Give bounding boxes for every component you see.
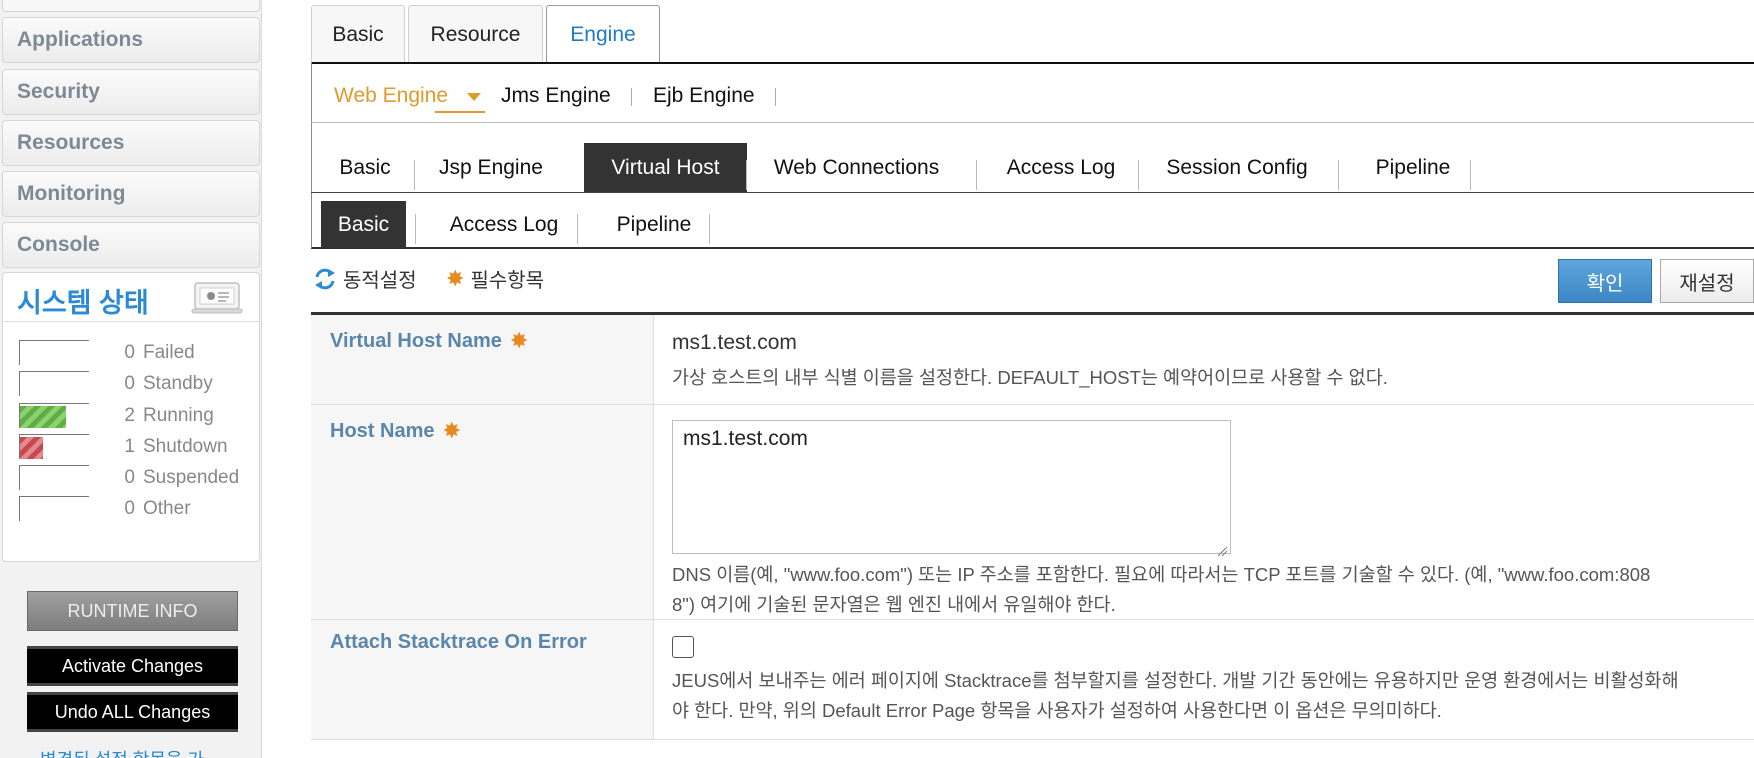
required-star-icon: ✸ xyxy=(446,265,465,291)
monitor-icon[interactable] xyxy=(191,280,245,316)
main-content: Basic Resource Engine Web Engine Jms Eng… xyxy=(311,0,1754,758)
vh-subtab-access-log[interactable]: Access Log xyxy=(429,201,579,248)
subtab-underline xyxy=(311,192,1754,193)
status-count: 2 xyxy=(124,405,135,426)
status-bar-suspended xyxy=(19,465,89,490)
system-status-title: 시스템 상태 xyxy=(17,288,149,318)
status-row-standby: 0 Standby xyxy=(3,368,259,398)
status-bar-shutdown xyxy=(19,434,89,459)
status-bar-other xyxy=(19,496,89,521)
required-star-icon: ✸ xyxy=(442,418,461,443)
status-bar-standby xyxy=(19,371,89,396)
virtual-host-name-label: Virtual Host Name ✸ xyxy=(330,328,528,354)
tab-divider xyxy=(414,160,415,190)
status-row-running: 2 Running xyxy=(3,400,259,430)
status-label: Shutdown xyxy=(143,436,228,457)
engine-tab-web-engine[interactable]: Web Engine xyxy=(334,84,448,108)
undo-all-changes-button[interactable]: Undo ALL Changes xyxy=(27,692,238,732)
engine-divider-line xyxy=(311,122,1754,123)
subtab-access-log[interactable]: Access Log xyxy=(1001,143,1121,192)
status-bar-failed xyxy=(19,340,89,365)
attach-stacktrace-label: Attach Stacktrace On Error xyxy=(330,631,587,653)
virtual-host-name-value: ms1.test.com xyxy=(672,331,797,354)
legend-dynamic-label: 동적설정 xyxy=(343,270,417,292)
status-row-other: 0 Other xyxy=(3,493,259,523)
tab-basic[interactable]: Basic xyxy=(311,5,405,63)
refresh-icon xyxy=(313,267,337,291)
tab-engine[interactable]: Engine xyxy=(546,5,660,63)
host-name-desc-line1: DNS 이름(예, "www.foo.com") 또는 IP 주소를 포함한다.… xyxy=(672,564,1651,585)
tab-divider xyxy=(1470,160,1471,190)
required-star-icon: ✸ xyxy=(509,328,529,353)
status-count: 0 xyxy=(124,342,135,363)
subtab-virtual-host[interactable]: Virtual Host xyxy=(584,143,747,192)
host-name-textarea[interactable]: ms1.test.com xyxy=(672,420,1231,557)
form-row-attach-stacktrace: Attach Stacktrace On Error JEUS에서 보내주는 에… xyxy=(311,620,1754,740)
legend-required: ✸ 필수항목 xyxy=(446,264,544,293)
status-divider xyxy=(3,321,259,322)
activate-changes-button[interactable]: Activate Changes xyxy=(27,646,238,686)
status-count: 0 xyxy=(124,498,135,519)
status-row-suspended: 0 Suspended xyxy=(3,462,259,492)
sidebar-item-monitoring[interactable]: Monitoring xyxy=(2,171,260,217)
status-label: Failed xyxy=(143,342,195,363)
tab-resource[interactable]: Resource xyxy=(408,5,543,63)
subtab-session-config[interactable]: Session Config xyxy=(1162,143,1312,192)
active-engine-underline xyxy=(435,111,485,113)
sidebar-item-resources[interactable]: Resources xyxy=(2,120,260,166)
status-label: Standby xyxy=(143,373,213,394)
sidebar-item-console[interactable]: Console xyxy=(2,222,260,268)
reset-button[interactable]: 재설정 xyxy=(1660,259,1754,303)
form-row-host-name: Host Name ✸ ms1.test.com DNS 이름(예, "www.… xyxy=(311,405,1754,620)
attach-stacktrace-desc-line2: 야 한다. 만약, 위의 Default Error Page 항목을 사용자가… xyxy=(672,700,1442,721)
runtime-info-button[interactable]: RUNTIME INFO xyxy=(27,591,238,631)
virtual-host-name-label-text: Virtual Host Name xyxy=(330,329,502,352)
tab-divider xyxy=(577,214,578,244)
status-label: Running xyxy=(143,405,214,426)
host-name-label: Host Name ✸ xyxy=(330,418,461,444)
subtab-basic[interactable]: Basic xyxy=(329,143,401,192)
sidebar: Applications Security Resources Monitori… xyxy=(0,0,262,758)
attach-stacktrace-checkbox[interactable] xyxy=(672,636,694,658)
subtab-pipeline[interactable]: Pipeline xyxy=(1365,143,1461,192)
subtab-web-connections[interactable]: Web Connections xyxy=(766,143,947,192)
virtual-host-name-desc: 가상 호스트의 내부 식별 이름을 설정한다. DEFAULT_HOST는 예약… xyxy=(672,367,1388,388)
status-row-shutdown: 1 Shutdown xyxy=(3,431,259,461)
system-status-panel: 시스템 상태 0 Failed 0 Standby 2 Running 1 Sh… xyxy=(2,272,260,562)
status-count: 1 xyxy=(124,436,135,457)
tab-divider xyxy=(709,214,710,244)
engine-tab-ejb-engine[interactable]: Ejb Engine xyxy=(653,84,755,108)
engine-tab-jms-engine[interactable]: Jms Engine xyxy=(501,84,611,108)
status-bar-running xyxy=(19,403,89,428)
changed-settings-link[interactable]: 변경된 설정 항목을 가 xyxy=(40,746,204,758)
tab-divider xyxy=(415,214,416,244)
resize-grip-icon[interactable] xyxy=(1216,539,1228,557)
status-count: 0 xyxy=(124,373,135,394)
chevron-down-icon[interactable] xyxy=(467,93,481,101)
sidebar-item-security[interactable]: Security xyxy=(2,69,260,115)
confirm-button[interactable]: 확인 xyxy=(1558,259,1652,303)
tab-divider xyxy=(1338,160,1339,190)
status-label: Other xyxy=(143,498,191,519)
engine-divider xyxy=(775,88,776,106)
host-name-desc-line2: 8") 여기에 기술된 문자열은 웹 엔진 내에서 유일해야 한다. xyxy=(672,594,1116,615)
sidebar-item-applications[interactable]: Applications xyxy=(2,17,260,63)
sidebar-nav-stub xyxy=(2,0,260,12)
legend-required-label: 필수항목 xyxy=(470,270,545,292)
vh-subtab-basic[interactable]: Basic xyxy=(321,201,406,248)
status-row-failed: 0 Failed xyxy=(3,337,259,367)
host-name-label-text: Host Name xyxy=(330,419,435,442)
tab-divider xyxy=(746,160,747,190)
legend-dynamic: 동적설정 xyxy=(313,264,417,293)
vh-subtab-pipeline[interactable]: Pipeline xyxy=(599,201,709,248)
tab-divider xyxy=(1138,160,1139,190)
engine-divider xyxy=(631,88,632,106)
status-count: 0 xyxy=(124,467,135,488)
attach-stacktrace-desc-line1: JEUS에서 보내주는 에러 페이지에 Stacktrace를 첨부할지를 설정… xyxy=(672,670,1679,691)
host-name-value: ms1.test.com xyxy=(683,427,808,450)
tab-divider xyxy=(976,160,977,190)
subtab-jsp-engine[interactable]: Jsp Engine xyxy=(427,143,555,192)
status-label: Suspended xyxy=(143,467,240,488)
form-row-virtual-host-name: Virtual Host Name ✸ ms1.test.com 가상 호스트의… xyxy=(311,315,1754,405)
